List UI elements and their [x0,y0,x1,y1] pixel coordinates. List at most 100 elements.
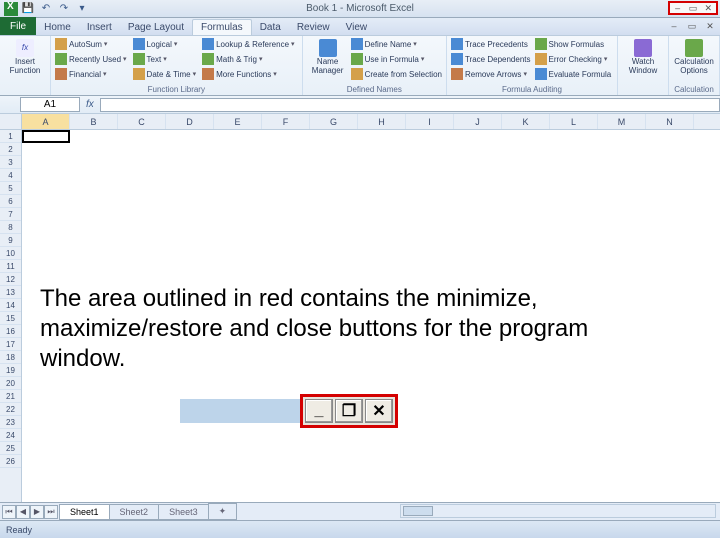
tab-home[interactable]: Home [36,19,79,35]
first-sheet-button[interactable]: ⏮ [2,505,16,519]
tab-view[interactable]: View [338,19,376,35]
horizontal-scrollbar[interactable] [400,504,716,518]
qat-dropdown-icon[interactable]: ▾ [74,2,90,16]
row-header-14[interactable]: 14 [0,299,21,312]
row-header-2[interactable]: 2 [0,143,21,156]
doc-restore-button[interactable]: ▭ [686,20,698,32]
row-header-25[interactable]: 25 [0,442,21,455]
trace-precedents-button[interactable]: Trace Precedents [451,37,531,51]
col-header-C[interactable]: C [118,114,166,129]
row-header-5[interactable]: 5 [0,182,21,195]
row-header-4[interactable]: 4 [0,169,21,182]
row-headers: 1234567891011121314151617181920212223242… [0,130,22,502]
undo-button[interactable]: ↶ [38,2,54,16]
row-header-15[interactable]: 15 [0,312,21,325]
col-header-E[interactable]: E [214,114,262,129]
name-box[interactable] [20,97,80,112]
prev-sheet-button[interactable]: ◀ [16,505,30,519]
col-header-I[interactable]: I [406,114,454,129]
row-header-8[interactable]: 8 [0,221,21,234]
logical-button[interactable]: Logical▾ [133,37,197,51]
sheet-tab-1[interactable]: Sheet1 [59,504,110,520]
tab-pagelayout[interactable]: Page Layout [120,19,192,35]
create-icon [351,68,363,80]
tab-review[interactable]: Review [289,19,338,35]
col-header-K[interactable]: K [502,114,550,129]
row-header-12[interactable]: 12 [0,273,21,286]
row-header-22[interactable]: 22 [0,403,21,416]
save-button[interactable]: 💾 [20,2,36,16]
next-sheet-button[interactable]: ▶ [30,505,44,519]
row-header-24[interactable]: 24 [0,429,21,442]
row-header-26[interactable]: 26 [0,455,21,468]
watch-window-button[interactable]: Watch Window [622,37,664,78]
row-header-23[interactable]: 23 [0,416,21,429]
mathtrig-button[interactable]: Math & Trig▾ [202,52,294,66]
new-sheet-button[interactable]: ✦ [208,503,238,520]
inset-maximize-button[interactable]: ❐ [335,399,363,423]
row-header-18[interactable]: 18 [0,351,21,364]
autosum-button[interactable]: AutoSum▾ [55,37,127,51]
row-header-17[interactable]: 17 [0,338,21,351]
col-header-N[interactable]: N [646,114,694,129]
last-sheet-button[interactable]: ⏭ [44,505,58,519]
row-header-13[interactable]: 13 [0,286,21,299]
error-checking-button[interactable]: Error Checking▾ [535,52,612,66]
row-header-16[interactable]: 16 [0,325,21,338]
close-button[interactable]: ✕ [701,3,716,13]
col-header-J[interactable]: J [454,114,502,129]
text-button[interactable]: Text▾ [133,52,197,66]
redo-button[interactable]: ↷ [56,2,72,16]
sheet-tab-3[interactable]: Sheet3 [158,504,209,520]
active-cell[interactable] [22,130,70,143]
maximize-button[interactable]: ▭ [685,3,700,13]
doc-minimize-button[interactable]: – [668,20,680,32]
tab-insert[interactable]: Insert [79,19,120,35]
row-header-7[interactable]: 7 [0,208,21,221]
sheet-tab-2[interactable]: Sheet2 [109,504,160,520]
col-header-L[interactable]: L [550,114,598,129]
col-header-F[interactable]: F [262,114,310,129]
row-header-9[interactable]: 9 [0,234,21,247]
col-header-H[interactable]: H [358,114,406,129]
remove-arrows-button[interactable]: Remove Arrows▾ [451,67,531,81]
calculation-options-button[interactable]: Calculation Options [673,37,715,78]
row-header-10[interactable]: 10 [0,247,21,260]
financial-button[interactable]: Financial▾ [55,67,127,81]
row-header-3[interactable]: 3 [0,156,21,169]
col-header-B[interactable]: B [70,114,118,129]
file-tab[interactable]: File [0,17,36,35]
scroll-thumb[interactable] [403,506,433,516]
row-header-6[interactable]: 6 [0,195,21,208]
error-icon [535,53,547,65]
row-header-19[interactable]: 19 [0,364,21,377]
define-name-button[interactable]: Define Name▾ [351,37,442,51]
use-in-formula-button[interactable]: Use in Formula▾ [351,52,442,66]
tab-formulas[interactable]: Formulas [192,19,252,35]
select-all-corner[interactable] [0,114,22,130]
more-functions-button[interactable]: More Functions▾ [202,67,294,81]
col-header-M[interactable]: M [598,114,646,129]
col-header-D[interactable]: D [166,114,214,129]
row-header-11[interactable]: 11 [0,260,21,273]
show-formulas-button[interactable]: Show Formulas [535,37,612,51]
inset-minimize-button[interactable]: _ [305,399,333,423]
formula-bar[interactable] [100,98,720,112]
row-header-21[interactable]: 21 [0,390,21,403]
tab-data[interactable]: Data [252,19,289,35]
col-header-G[interactable]: G [310,114,358,129]
lookup-button[interactable]: Lookup & Reference▾ [202,37,294,51]
insert-function-button[interactable]: fx Insert Function [4,37,46,78]
minimize-button[interactable]: – [670,3,685,13]
row-header-20[interactable]: 20 [0,377,21,390]
datetime-button[interactable]: Date & Time▾ [133,67,197,81]
inset-close-button[interactable]: ✕ [365,399,393,423]
row-header-1[interactable]: 1 [0,130,21,143]
trace-dependents-button[interactable]: Trace Dependents [451,52,531,66]
create-from-selection-button[interactable]: Create from Selection [351,67,442,81]
evaluate-formula-button[interactable]: Evaluate Formula [535,67,612,81]
doc-close-button[interactable]: ✕ [704,20,716,32]
recently-used-button[interactable]: Recently Used▾ [55,52,127,66]
fx-label[interactable]: fx [86,99,94,110]
col-header-A[interactable]: A [22,114,70,129]
